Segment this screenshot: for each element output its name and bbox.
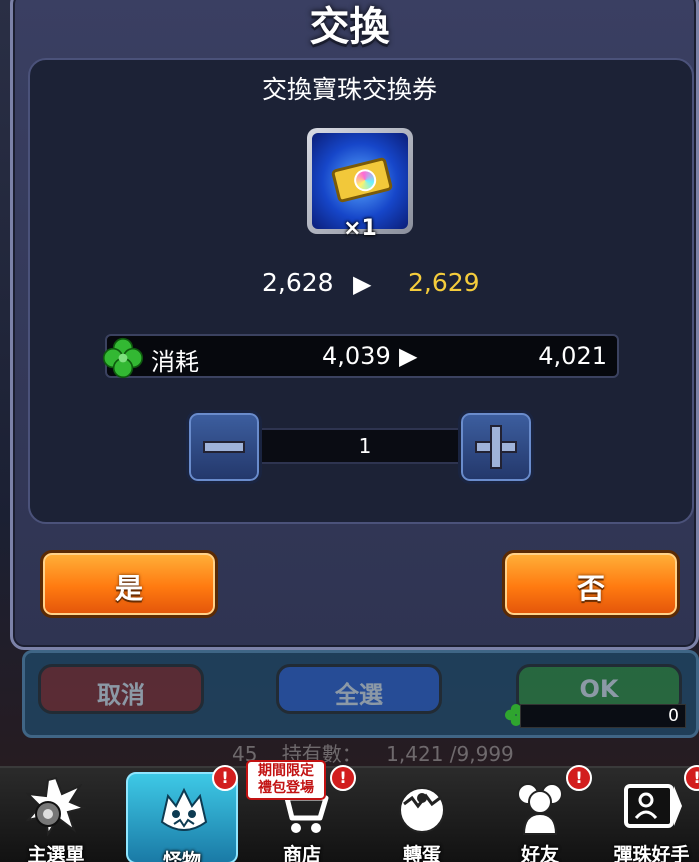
dialog-title: 交換	[309, 4, 390, 50]
limited-pack-badge[interactable]: 期間限定 禮包登場	[246, 760, 326, 800]
count-before: 2,628	[262, 268, 334, 297]
clover-icon	[102, 337, 144, 379]
background-cancel-button: 取消	[38, 664, 204, 714]
item-quantity: ×1	[343, 216, 377, 241]
nav-main-menu-label: 主選單	[27, 844, 85, 862]
count-change-row: 2,628 ▶ 2,629	[0, 268, 699, 304]
nav-main-menu[interactable]: 主選單	[0, 768, 112, 862]
cost-label: 消耗	[151, 348, 199, 376]
count-after: 2,629	[408, 268, 480, 297]
promo-text: 期間限定 禮包登場	[258, 763, 314, 796]
ticket-icon-background	[312, 133, 408, 229]
monster-icon	[160, 787, 208, 831]
background-select-all-label: 全選	[335, 681, 383, 709]
nav-gacha-label: 轉蛋	[402, 844, 441, 862]
arrow-right-icon: ▶	[353, 270, 372, 298]
friends-alert-icon: !	[566, 765, 592, 791]
yes-label: 是	[114, 572, 143, 605]
stepper-value: 1	[358, 434, 372, 458]
plus-icon-vertical	[490, 425, 502, 469]
decrease-button[interactable]	[186, 410, 262, 484]
nav-strike-player-label: 彈珠好手	[613, 844, 690, 862]
friends-icon	[517, 783, 563, 835]
background-clover-count: 0	[668, 706, 679, 726]
nav-monster-label: 怪物	[162, 850, 201, 862]
increase-button[interactable]	[458, 410, 534, 484]
cost-arrow-icon: ▶	[399, 342, 418, 370]
gacha-egg-icon	[399, 787, 445, 833]
item-name: 交換寶珠交換券	[261, 75, 437, 104]
ticket-icon	[330, 156, 394, 204]
nav-friends-label: 好友	[520, 844, 559, 862]
cost-after: 4,021	[538, 342, 607, 370]
background-select-all-button: 全選	[276, 664, 442, 714]
cost-bar: 消耗 4,039 ▶ 4,021	[102, 334, 619, 379]
no-label: 否	[576, 572, 605, 605]
owned-value: 1,421 /9,999	[386, 742, 514, 766]
nav-shop-label: 商店	[282, 844, 321, 862]
background-clover-count-bar: 0	[520, 704, 686, 728]
background-cancel-label: 取消	[97, 681, 145, 709]
cost-before: 4,039	[322, 342, 391, 370]
background-ok-label: OK	[579, 675, 619, 703]
nav-gacha[interactable]: 轉蛋	[366, 768, 478, 862]
minus-icon	[203, 441, 245, 453]
shop-alert-icon: !	[330, 765, 356, 791]
monster-alert-icon: !	[212, 765, 238, 791]
main-menu-icon	[26, 776, 86, 836]
yes-button[interactable]: 是	[40, 550, 218, 618]
strike-player-icon	[624, 784, 682, 828]
quantity-stepper: 1	[250, 428, 480, 464]
no-button[interactable]: 否	[502, 550, 680, 618]
